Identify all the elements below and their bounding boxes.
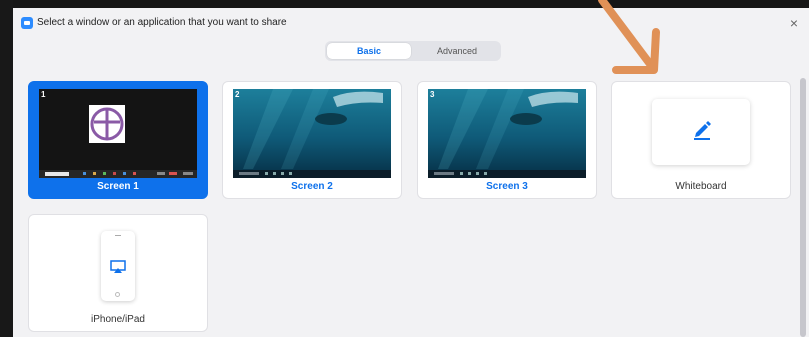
whiteboard-tile [652,99,750,165]
iphone-ipad-label: iPhone/iPad [91,314,145,325]
tab-basic[interactable]: Basic [327,43,411,59]
phone-cast-icon [110,260,126,273]
share-option-whiteboard[interactable]: Whiteboard [611,81,791,199]
phone-tile [101,231,135,301]
share-option-screen-1[interactable]: 1 Screen 1 [28,81,208,199]
pen-icon [694,121,711,140]
screen-2-thumbnail: 2 [233,89,391,178]
share-option-screen-3[interactable]: 3 Screen 3 [417,81,597,199]
annotation-arrow [598,0,660,74]
tab-advanced[interactable]: Advanced [415,43,499,59]
screen-3-label: Screen 3 [486,181,528,192]
screen-1-thumbnail: 1 [39,89,197,178]
screen-2-label: Screen 2 [291,181,333,192]
close-icon[interactable]: × [787,16,801,30]
scrollbar-thumb[interactable] [800,78,806,337]
share-option-iphone-ipad[interactable]: iPhone/iPad [28,214,208,332]
screen-number: 1 [41,90,46,99]
zoom-app-icon [21,17,33,29]
whiteboard-label: Whiteboard [675,181,727,192]
left-border [0,0,13,337]
screen-3-thumbnail: 3 [428,89,586,178]
screen-number: 3 [430,90,435,99]
dialog-title: Select a window or an application that y… [37,17,287,28]
screen-1-label: Screen 1 [97,181,139,192]
screen-number: 2 [235,90,240,99]
share-option-screen-2[interactable]: 2 Screen 2 [222,81,402,199]
share-mode-tabs: Basic Advanced [325,41,501,61]
